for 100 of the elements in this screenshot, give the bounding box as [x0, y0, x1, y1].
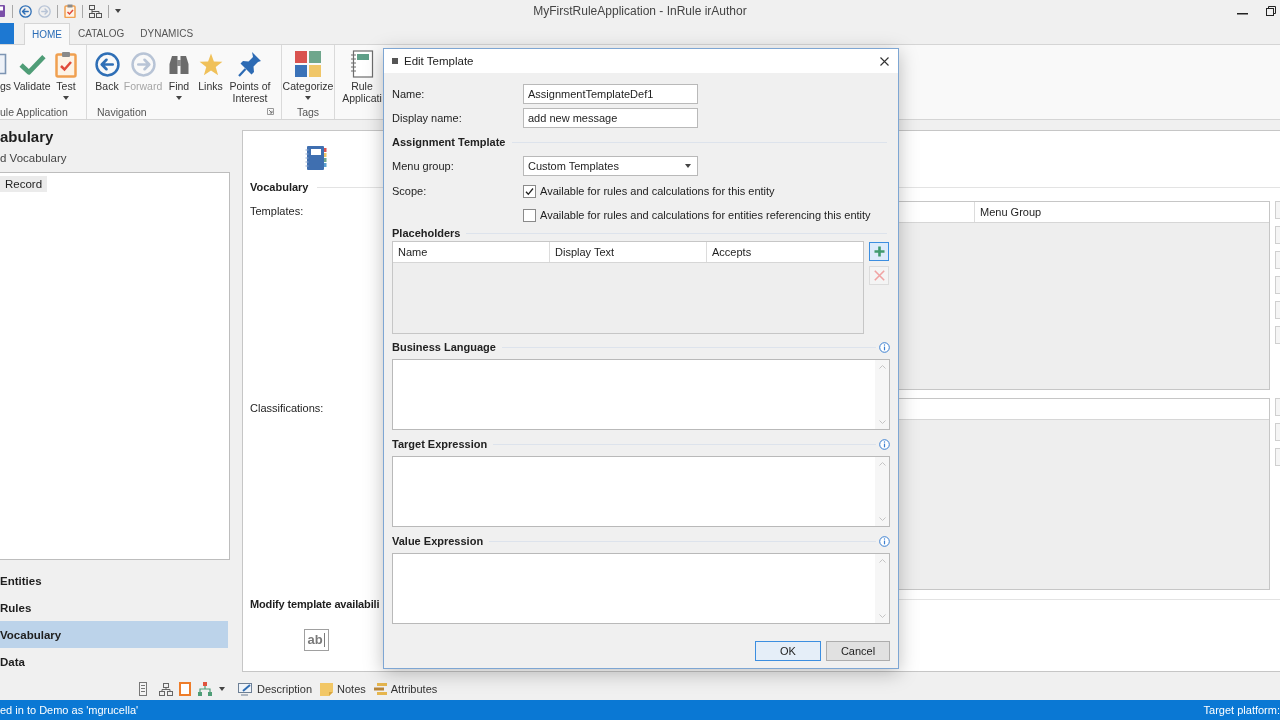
nav-item[interactable]: Entities	[0, 567, 228, 594]
section-heading: Vocabulary	[250, 180, 309, 194]
field-label: Name:	[392, 87, 425, 101]
explorer-subtitle: d Vocabulary	[0, 151, 68, 166]
clipboard-check-icon[interactable]	[64, 4, 76, 18]
window-title: MyFirstRuleApplication - InRule irAuthor	[533, 4, 747, 18]
notebook-icon	[305, 145, 327, 171]
note-icon	[320, 682, 334, 696]
menu-group-dropdown[interactable]: Custom Templates	[523, 156, 698, 176]
side-button[interactable]	[1275, 423, 1280, 441]
links-button[interactable]: Links	[193, 45, 228, 104]
server-icon[interactable]	[139, 682, 147, 696]
side-button[interactable]	[1275, 301, 1280, 319]
section-heading: Business Language	[392, 340, 496, 354]
chevron-up-icon[interactable]	[878, 559, 886, 563]
close-icon[interactable]	[880, 56, 889, 66]
side-button[interactable]	[1275, 448, 1280, 466]
text-field[interactable]: AssignmentTemplateDef1	[523, 84, 698, 104]
panel-tab[interactable]: Attributes	[373, 682, 438, 696]
checkbox-label: Available for rules and calculations for this entity	[540, 184, 775, 198]
document-icon[interactable]	[179, 682, 191, 696]
chevron-down-icon[interactable]	[878, 420, 886, 424]
back-arrow-icon[interactable]	[19, 4, 32, 18]
dialog-button[interactable]: OK	[755, 641, 821, 661]
plus-icon	[873, 246, 885, 257]
binoculars-icon	[168, 53, 190, 75]
group-label: Tags	[296, 104, 320, 119]
caret-icon	[685, 164, 691, 168]
panel-tab[interactable]: Notes	[320, 682, 366, 696]
list-icon	[373, 683, 387, 695]
field-label: Classifications:	[250, 402, 324, 414]
categorize-button[interactable]: Categorize	[282, 45, 334, 104]
side-button[interactable]	[1275, 398, 1280, 416]
monitor-pen-icon	[238, 682, 253, 696]
side-button[interactable]	[1275, 226, 1280, 244]
side-button[interactable]	[1275, 276, 1280, 294]
status-text: Target platform:	[1203, 703, 1280, 717]
column-header[interactable]: Display Text	[550, 242, 707, 262]
nav-item[interactable]: Rules	[0, 594, 228, 621]
find-button[interactable]: Find	[165, 45, 193, 104]
info-icon[interactable]	[879, 438, 890, 450]
caret-icon[interactable]	[115, 9, 121, 13]
save-icon[interactable]	[0, 4, 6, 18]
explorer-title: abulary	[0, 128, 55, 146]
group-label: Navigation	[97, 104, 147, 119]
text-field[interactable]: add new message	[523, 108, 698, 128]
text-field-icon: ab	[303, 629, 329, 651]
chevron-up-icon[interactable]	[878, 365, 886, 369]
color-grid-icon	[295, 51, 321, 77]
section-heading: Value Expression	[392, 534, 484, 548]
ribbon-tab[interactable]: HOME	[24, 23, 70, 45]
caret-icon[interactable]	[219, 687, 225, 691]
side-button[interactable]	[1275, 201, 1280, 219]
group-label: ule Application	[0, 104, 68, 119]
ribbon-tab[interactable]: DYNAMICS	[132, 23, 202, 44]
chevron-up-icon[interactable]	[878, 462, 886, 466]
status-text: ed in to Demo as 'mgrucella'	[0, 703, 139, 717]
field-label: Menu group:	[392, 159, 454, 173]
panel-tab[interactable]: Description	[238, 682, 313, 696]
checkbox[interactable]	[523, 184, 536, 198]
test-button[interactable]: Test	[52, 45, 80, 104]
expression-field[interactable]	[392, 456, 890, 527]
checkbox[interactable]	[523, 208, 536, 222]
dialog-title: Edit Template	[404, 54, 474, 68]
clipboard-check-icon	[55, 50, 77, 78]
info-icon[interactable]	[879, 341, 890, 353]
org-chart-icon[interactable]	[159, 682, 173, 696]
section-heading: Assignment Template	[392, 135, 506, 149]
expression-field[interactable]	[392, 359, 890, 430]
tree-item[interactable]: Record	[0, 176, 48, 192]
ribbon-tab[interactable]: CATALOG	[70, 23, 133, 44]
forward-arrow-icon[interactable]	[38, 4, 51, 18]
star-icon	[197, 52, 224, 76]
section-heading: Target Expression	[392, 437, 488, 451]
checkbox-label: Available for rules and calculations for entities referencing this entity	[540, 208, 871, 222]
field-label: Scope:	[392, 184, 427, 198]
rule-application-button[interactable]: Rule Applicati	[342, 45, 382, 104]
file-tab[interactable]	[0, 23, 14, 44]
expression-field[interactable]	[392, 553, 890, 624]
nav-item[interactable]: Vocabulary	[0, 621, 228, 648]
launcher-icon[interactable]	[267, 108, 274, 115]
add-button[interactable]	[869, 242, 889, 261]
dialog-button[interactable]: Cancel	[826, 641, 890, 661]
hierarchy-icon[interactable]	[89, 4, 102, 18]
tree-diagram-icon[interactable]	[198, 682, 212, 696]
column-header[interactable]: Name	[393, 242, 550, 262]
column-header[interactable]: Accepts	[707, 242, 863, 262]
back-button[interactable]: Back	[93, 45, 121, 104]
info-icon[interactable]	[879, 535, 890, 547]
restore-icon[interactable]	[1266, 6, 1276, 16]
column-header[interactable]: Menu Group	[974, 202, 1269, 222]
side-button[interactable]	[1275, 326, 1280, 344]
nav-item[interactable]: Data	[0, 648, 228, 675]
points-of-interest-button[interactable]: Points of Interest	[228, 45, 272, 104]
field-label: Display name:	[392, 111, 462, 125]
side-button[interactable]	[1275, 251, 1280, 269]
chevron-down-icon[interactable]	[878, 614, 886, 618]
chevron-down-icon[interactable]	[878, 517, 886, 521]
validate-button[interactable]: Validate	[12, 45, 52, 104]
settings-button[interactable]: gs	[0, 45, 12, 104]
